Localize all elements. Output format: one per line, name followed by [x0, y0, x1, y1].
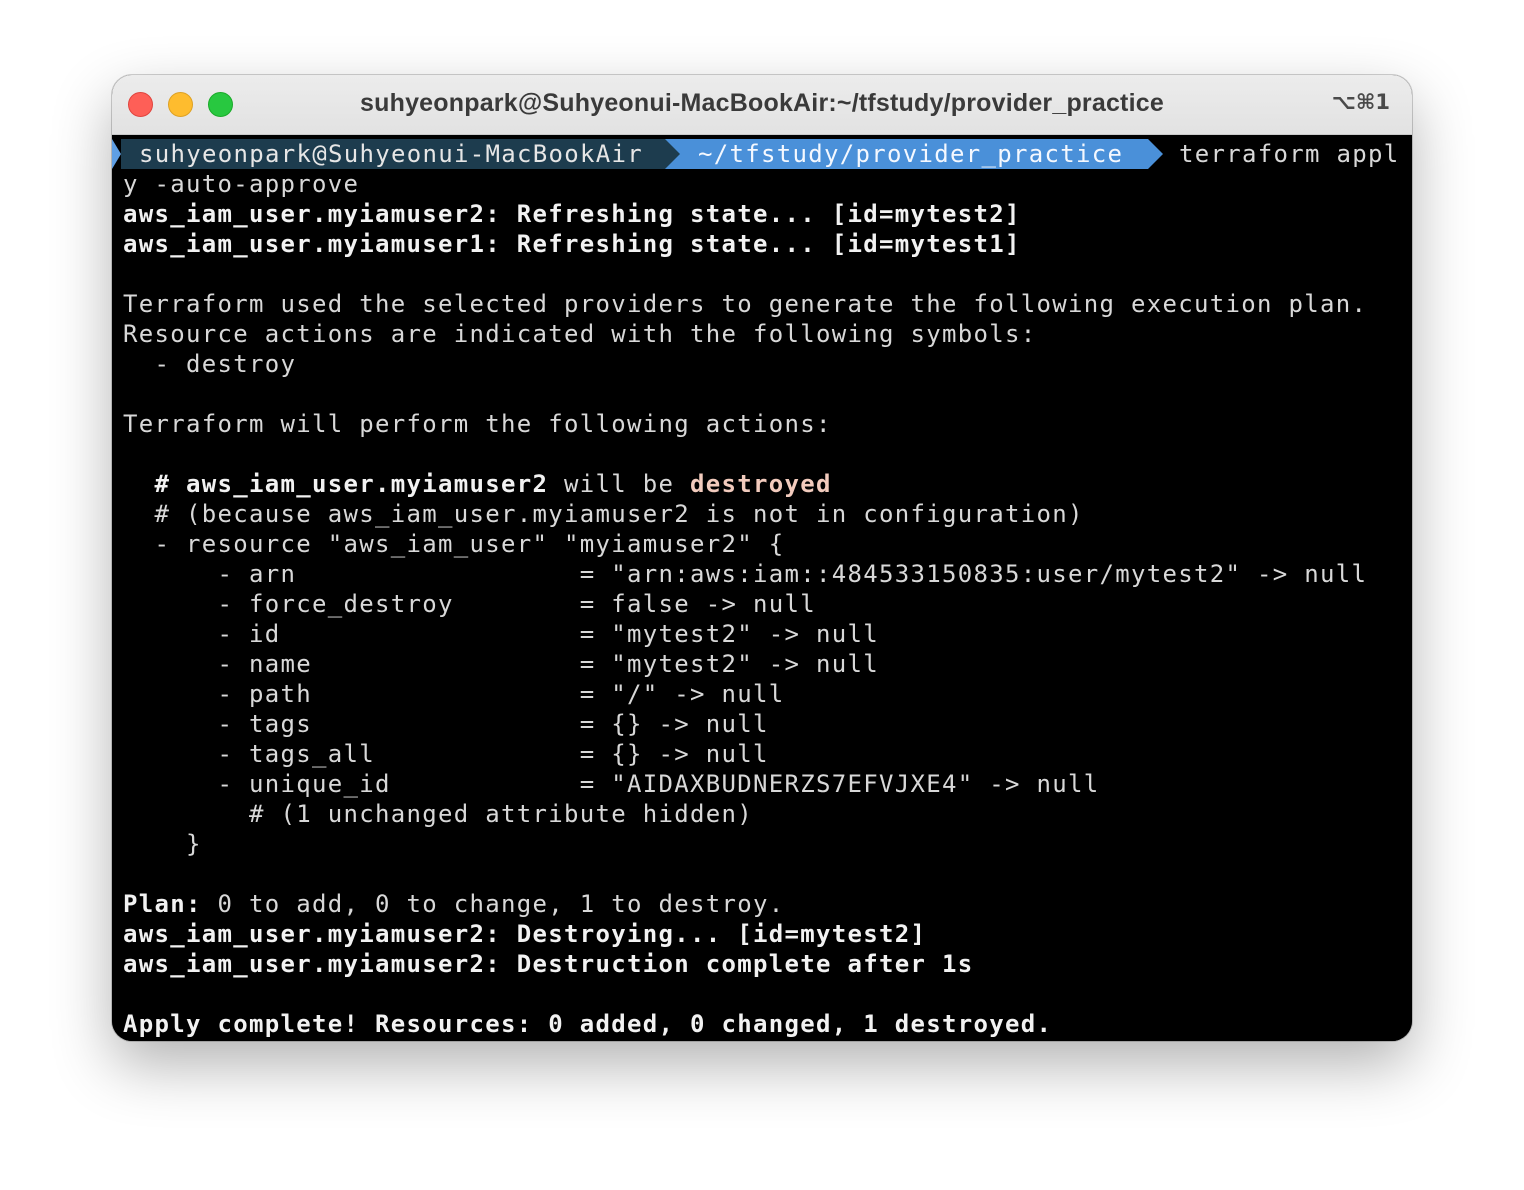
perform-line: Terraform will perform the following act…: [123, 410, 832, 438]
prompt-start-arrow-icon: [112, 139, 121, 169]
refresh-line: aws_iam_user.myiamuser1: Refreshing stat…: [123, 230, 1021, 258]
attribute-line: - force_destroy = false -> null: [123, 590, 816, 618]
command-text: terraform appl: [1179, 140, 1400, 168]
plan-summary: 0 to add, 0 to change, 1 to destroy.: [201, 890, 785, 918]
prompt-path: ~/tfstudy/provider_practice: [680, 139, 1148, 169]
prompt-separator-icon: [665, 139, 680, 169]
refresh-line: aws_iam_user.myiamuser2: Refreshing stat…: [123, 200, 1021, 228]
attribute-line: - name = "mytest2" -> null: [123, 650, 879, 678]
attribute-line: - id = "mytest2" -> null: [123, 620, 879, 648]
title-bar[interactable]: suhyeonpark@Suhyeonui-MacBookAir:~/tfstu…: [112, 75, 1412, 135]
prompt-user-host: suhyeonpark@Suhyeonui-MacBookAir: [121, 139, 665, 169]
resource-address: aws_iam_user.myiamuser2: [186, 470, 549, 498]
prompt-line: suhyeonpark@Suhyeonui-MacBookAir ~/tfstu…: [112, 139, 1412, 169]
window-title: suhyeonpark@Suhyeonui-MacBookAir:~/tfstu…: [360, 89, 1164, 117]
terminal-output[interactable]: suhyeonpark@Suhyeonui-MacBookAir ~/tfstu…: [112, 139, 1412, 1041]
attribute-line: - unique_id = "AIDAXBUDNERZS7EFVJXE4" ->…: [123, 770, 1100, 798]
attribute-line: - tags_all = {} -> null: [123, 740, 769, 768]
destroying-line: aws_iam_user.myiamuser2: Destroying... […: [123, 920, 927, 948]
resource-open-line: - resource "aws_iam_user" "myiamuser2" {: [123, 530, 785, 558]
window-shortcut: ⌥⌘1: [1331, 90, 1390, 114]
plan-intro-line: Resource actions are indicated with the …: [123, 320, 1037, 348]
attribute-line: - tags = {} -> null: [123, 710, 769, 738]
destruction-complete-line: aws_iam_user.myiamuser2: Destruction com…: [123, 950, 974, 978]
plan-intro-line: Terraform used the selected providers to…: [123, 290, 1368, 318]
command-continuation: y -auto-approve: [123, 170, 360, 198]
destroyed-label: destroyed: [689, 470, 832, 498]
resource-close-line: }: [123, 830, 202, 858]
hidden-attributes-line: # (1 unchanged attribute hidden): [123, 800, 753, 828]
plan-label: Plan:: [123, 890, 202, 918]
resource-comment-line: # aws_iam_user.myiamuser2 will be destro…: [123, 469, 832, 499]
apply-complete-line: Apply complete! Resources: 0 added, 0 ch…: [123, 1010, 1053, 1038]
attribute-line: - arn = "arn:aws:iam::484533150835:user/…: [123, 560, 1368, 588]
because-line: # (because aws_iam_user.myiamuser2 is no…: [123, 500, 1084, 528]
prompt-path-end-icon: [1148, 139, 1163, 169]
terminal-window: suhyeonpark@Suhyeonui-MacBookAir:~/tfstu…: [112, 75, 1412, 1041]
attribute-line: - path = "/" -> null: [123, 680, 785, 708]
symbol-destroy-line: - destroy: [123, 350, 297, 378]
comment-hash: #: [123, 470, 186, 498]
plan-summary-line: Plan: 0 to add, 0 to change, 1 to destro…: [123, 889, 784, 919]
comment-middle: will be: [548, 470, 690, 498]
